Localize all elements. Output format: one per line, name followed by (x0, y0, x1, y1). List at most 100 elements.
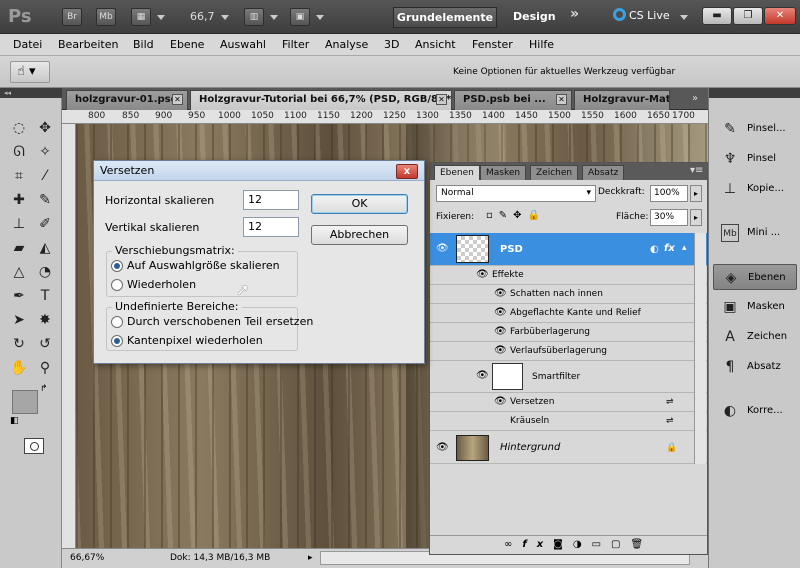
dialog-close-button[interactable]: x (396, 164, 418, 179)
effects-group[interactable]: 👁 Effekte (430, 266, 707, 285)
more-workspaces-button[interactable]: » (570, 6, 579, 22)
ok-button[interactable]: OK (311, 194, 408, 214)
chevron-down-icon[interactable] (221, 15, 229, 20)
visibility-eye-icon[interactable]: 👁 (494, 326, 507, 338)
cs-live-button[interactable]: CS Live (613, 8, 670, 22)
dock-pinsel[interactable]: ♆ Pinsel (713, 146, 797, 172)
visibility-eye-icon[interactable]: 👁 (494, 345, 507, 357)
blend-mode-select[interactable]: Normal ▾ (436, 185, 596, 202)
effect-inner-shadow[interactable]: 👁 Schatten nach innen (430, 285, 707, 304)
collapse-icon[interactable]: ◂◂ (0, 88, 62, 98)
minimize-button[interactable]: ▬ (702, 7, 732, 25)
tool-preset-picker[interactable]: ☝ ▾ (10, 61, 50, 83)
smartfilter-kraeuseln[interactable]: Kräuseln ⇌ (430, 412, 707, 431)
3d-rotate-icon[interactable]: ↻ (8, 334, 30, 354)
dock-kopierquelle[interactable]: ⊥ Kopie... (713, 176, 797, 202)
tab-zeichen[interactable]: Zeichen (530, 165, 579, 180)
visibility-eye-icon[interactable]: 👁 (494, 307, 507, 319)
restore-button[interactable]: ❐ (733, 7, 763, 25)
menu-bild[interactable]: Bild (133, 38, 154, 51)
menu-hilfe[interactable]: Hilfe (529, 38, 554, 51)
add-style-icon[interactable]: fx (522, 539, 553, 550)
visibility-eye-icon[interactable]: 👁 (476, 370, 489, 382)
chevron-down-icon[interactable] (680, 15, 688, 20)
menu-analyse[interactable]: Analyse (325, 38, 368, 51)
layer-hintergrund[interactable]: 👁 Hintergrund 🔒 (430, 433, 707, 464)
default-colors-icon[interactable]: ◧ (10, 416, 19, 426)
visibility-eye-icon[interactable]: 👁 (476, 269, 489, 281)
dock-pinselvorgaben[interactable]: ✎ Pinsel... (713, 116, 797, 142)
radio-wrap-around-label[interactable]: Durch verschobenen Teil ersetzen (127, 315, 313, 328)
tab-ebenen[interactable]: Ebenen (434, 165, 480, 180)
dock-masken[interactable]: ▣ Masken (713, 294, 797, 320)
new-layer-icon[interactable]: ▢ (611, 539, 630, 550)
layers-scrollbar[interactable] (694, 233, 706, 464)
chevron-down-icon[interactable] (157, 15, 165, 20)
panel-menu-icon[interactable]: ▾≡ (690, 165, 703, 176)
smartfilter-versetzen[interactable]: 👁 Versetzen ⇌ (430, 393, 707, 412)
mini-bridge-button[interactable]: Mb (96, 8, 116, 26)
paint-bucket-icon[interactable]: ◭ (34, 238, 56, 258)
quick-mask-icon[interactable] (24, 438, 44, 454)
history-brush-icon[interactable]: ✐ (34, 214, 56, 234)
status-menu-icon[interactable]: ▸ (308, 553, 313, 563)
add-mask-icon[interactable]: ◙ (553, 539, 573, 550)
path-selection-icon[interactable]: ➤ (8, 310, 30, 330)
tab-absatz[interactable]: Absatz (582, 165, 625, 180)
new-adjustment-icon[interactable]: ◑ (573, 539, 592, 550)
smartfilter-group[interactable]: 👁 Smartfilter (430, 361, 707, 393)
radio-wrap-around[interactable] (111, 316, 123, 328)
tab-holzgravur-01[interactable]: holzgravur-01.psd ✕ (66, 90, 188, 110)
dock-mini-bridge[interactable]: Mb Mini ... (713, 220, 797, 246)
more-tabs-icon[interactable]: » (692, 93, 698, 104)
healing-brush-icon[interactable]: ✚ (8, 190, 30, 210)
screen-mode-button[interactable]: ▣ (290, 8, 310, 26)
filter-options-icon[interactable]: ⇌ (666, 393, 674, 411)
menu-ansicht[interactable]: Ansicht (415, 38, 456, 51)
effect-bevel-emboss[interactable]: 👁 Abgeflachte Kante und Relief (430, 304, 707, 323)
menu-auswahl[interactable]: Auswahl (220, 38, 266, 51)
close-tab-icon[interactable]: ✕ (172, 94, 183, 105)
opacity-field[interactable]: 100% (650, 185, 688, 202)
radio-tile-label[interactable]: Wiederholen (127, 278, 196, 291)
layer-psd[interactable]: 👁 PSD ◐ fx ▴ (430, 233, 707, 266)
lasso-tool-icon[interactable]: ᘏ (8, 142, 30, 162)
dock-absatz[interactable]: ¶ Absatz (713, 354, 797, 380)
delete-layer-icon[interactable]: 🗑 (631, 539, 654, 550)
cancel-button[interactable]: Abbrechen (311, 225, 408, 245)
blur-tool-icon[interactable]: △ (8, 262, 30, 282)
dock-zeichen[interactable]: A Zeichen (713, 324, 797, 350)
vertical-scale-input[interactable]: 12 (243, 217, 299, 237)
menu-bearbeiten[interactable]: Bearbeiten (58, 38, 118, 51)
zoom-tool-icon[interactable]: ⚲ (34, 358, 56, 378)
radio-tile[interactable] (111, 279, 123, 291)
dodge-tool-icon[interactable]: ◔ (34, 262, 56, 282)
eraser-icon[interactable]: ▰ (8, 238, 30, 258)
filter-options-icon[interactable]: ⇌ (666, 412, 674, 430)
hand-tool-icon[interactable]: ✋ (8, 358, 30, 378)
tab-psd-psb[interactable]: PSD.psb bei ... ✕ (454, 90, 572, 110)
arrange-documents-button[interactable]: ▥ (244, 8, 264, 26)
fill-field[interactable]: 30% (650, 209, 688, 226)
chevron-down-icon[interactable] (316, 15, 324, 20)
dock-ebenen[interactable]: ◈ Ebenen (713, 264, 797, 290)
effect-gradient-overlay[interactable]: 👁 Verlaufsüberlagerung (430, 342, 707, 361)
tab-masken[interactable]: Masken (480, 165, 527, 180)
radio-scale-to-fit[interactable] (111, 260, 123, 272)
close-tab-icon[interactable]: ✕ (436, 94, 447, 105)
3d-orbit-icon[interactable]: ↺ (34, 334, 56, 354)
fx-icon[interactable]: fx (664, 240, 675, 258)
menu-datei[interactable]: Datei (13, 38, 42, 51)
visibility-eye-icon[interactable]: 👁 (494, 288, 507, 300)
opacity-slider-icon[interactable]: ▸ (690, 185, 702, 202)
move-tool-icon[interactable]: ✥ (34, 118, 56, 138)
bridge-button[interactable]: Br (62, 8, 82, 26)
type-tool-icon[interactable]: T (34, 286, 56, 306)
foreground-color-swatch[interactable] (12, 390, 38, 414)
menu-filter[interactable]: Filter (282, 38, 309, 51)
status-zoom[interactable]: 66,67% (70, 553, 104, 563)
magic-wand-icon[interactable]: ✧ (34, 142, 56, 162)
fill-slider-icon[interactable]: ▸ (690, 209, 702, 226)
tab-holzgravur-tutorial[interactable]: Holzgravur-Tutorial bei 66,7% (PSD, RGB/… (190, 90, 452, 110)
zoom-level[interactable]: 66,7 (190, 10, 215, 23)
